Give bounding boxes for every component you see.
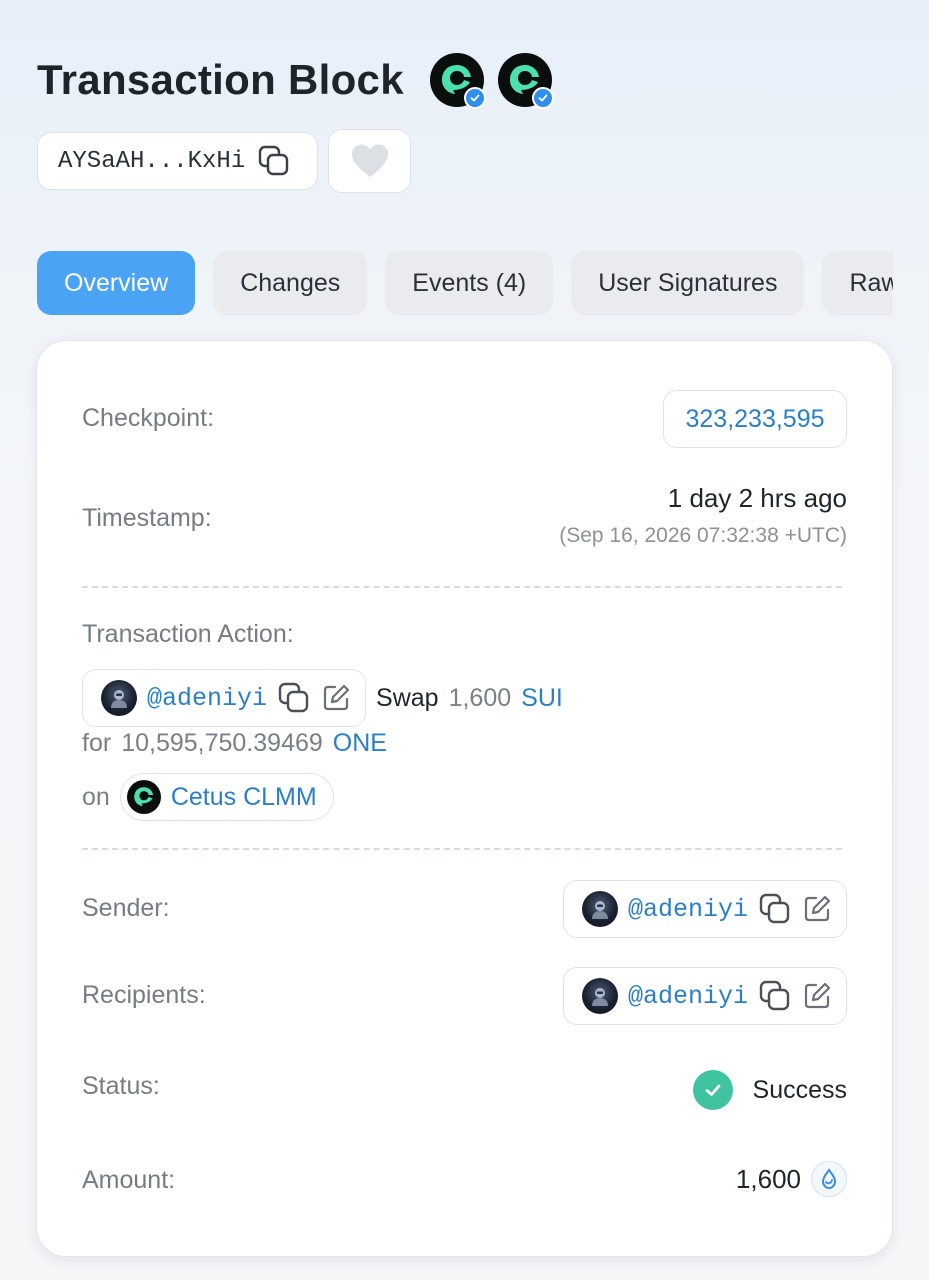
action-line-1: @adeniyi Swap 1,600 SUI <box>82 669 563 727</box>
check-icon <box>692 1070 733 1110</box>
sender-chip: @adeniyi <box>562 880 847 938</box>
action-verb: Swap <box>376 683 439 712</box>
action-line-2: for 10,595,750.39469 ONE <box>82 729 387 758</box>
digest-chip[interactable]: AYSaAH...KxHi <box>37 132 318 190</box>
copy-icon[interactable] <box>758 979 792 1013</box>
recipients-label: Recipients: <box>82 981 206 1009</box>
timestamp-absolute: (Sep 16, 2026 07:32:38 +UTC) <box>559 524 847 547</box>
actor-address-chip[interactable]: @adeniyi <box>82 669 367 727</box>
cetus-logo-icon[interactable] <box>429 53 486 109</box>
tab-changes[interactable]: Changes <box>213 251 368 315</box>
token-out-link[interactable]: ONE <box>333 729 387 758</box>
for-word: for <box>82 729 112 757</box>
tab-raw[interactable]: Raw <box>822 251 893 315</box>
tab-bar: Overview Changes Events (4) User Signatu… <box>37 251 893 315</box>
status-value: Success <box>692 1070 847 1110</box>
copy-icon[interactable] <box>758 892 792 926</box>
actor-address[interactable]: @adeniyi <box>147 684 267 713</box>
digest-row: AYSaAH...KxHi <box>37 129 411 193</box>
copy-icon[interactable] <box>257 144 291 178</box>
edit-icon[interactable] <box>802 894 832 924</box>
favorite-button[interactable] <box>328 129 411 193</box>
action-line-3: on Cetus CLMM <box>82 773 334 821</box>
on-word: on <box>82 782 110 811</box>
sui-drop-icon <box>811 1161 847 1197</box>
cetus-logo-icon[interactable] <box>497 53 554 109</box>
page-title: Transaction Block <box>37 56 404 103</box>
sender-address-chip[interactable]: @adeniyi <box>562 880 847 938</box>
dex-chip[interactable]: Cetus CLMM <box>119 773 334 821</box>
sender-label: Sender: <box>82 894 170 922</box>
amount-label: Amount: <box>82 1166 176 1194</box>
tab-overview[interactable]: Overview <box>37 251 196 315</box>
status-text: Success <box>752 1075 847 1104</box>
verified-badge-icon <box>531 87 554 109</box>
transaction-digest: AYSaAH...KxHi <box>58 147 246 175</box>
amount-out: 10,595,750.39469 <box>121 729 323 757</box>
checkpoint-link[interactable]: 323,233,595 <box>663 390 847 448</box>
timestamp-relative: 1 day 2 hrs ago <box>667 483 847 513</box>
divider <box>82 586 842 588</box>
recipient-address[interactable]: @adeniyi <box>628 982 748 1011</box>
overview-card: Checkpoint: 323,233,595 Timestamp: 1 day… <box>36 340 893 1257</box>
tab-events[interactable]: Events (4) <box>385 251 554 315</box>
avatar-icon <box>581 891 618 927</box>
heart-icon <box>350 143 390 179</box>
token-in-link[interactable]: SUI <box>521 684 563 713</box>
copy-icon[interactable] <box>277 681 311 715</box>
recipient-chip: @adeniyi <box>562 967 847 1025</box>
recipient-address-chip[interactable]: @adeniyi <box>562 967 847 1025</box>
amount-in: 1,600 <box>448 683 512 712</box>
amount-value: 1,600 <box>736 1161 847 1197</box>
transaction-action-label: Transaction Action: <box>82 620 294 648</box>
sender-address[interactable]: @adeniyi <box>628 895 748 924</box>
timestamp-label: Timestamp: <box>82 504 212 532</box>
verified-badge-icon <box>463 87 486 109</box>
status-label: Status: <box>82 1072 160 1100</box>
dex-name[interactable]: Cetus CLMM <box>171 783 317 812</box>
avatar-icon <box>581 978 618 1014</box>
avatar-icon <box>101 680 137 716</box>
title-row: Transaction Block <box>37 52 554 109</box>
edit-icon[interactable] <box>321 683 351 713</box>
cetus-logo-icon <box>126 780 161 814</box>
edit-icon[interactable] <box>802 981 832 1011</box>
checkpoint-label: Checkpoint: <box>82 404 215 432</box>
tab-user-signatures[interactable]: User Signatures <box>571 251 805 315</box>
divider <box>82 848 842 850</box>
amount-text: 1,600 <box>735 1163 801 1194</box>
